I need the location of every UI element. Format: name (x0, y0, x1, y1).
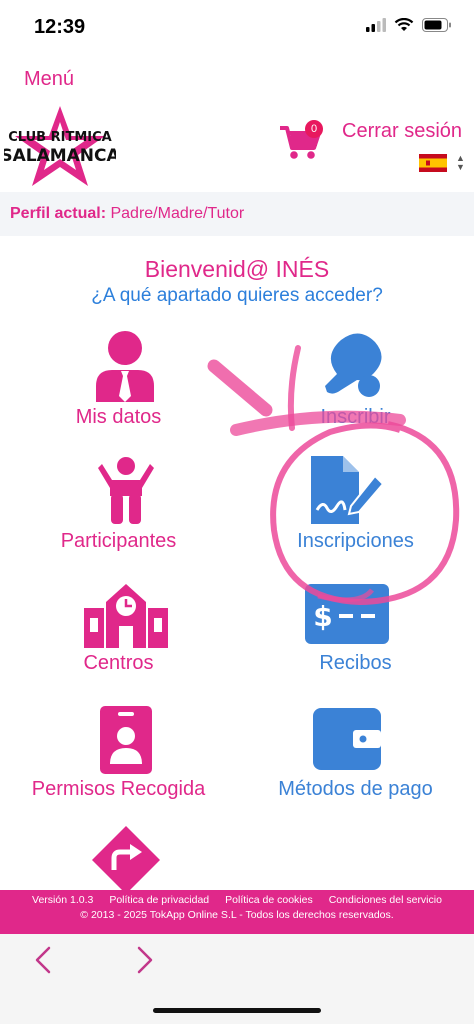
profile-label: Perfil actual: (10, 205, 107, 222)
tile-label: Participantes (60, 530, 177, 552)
status-time: 12:39 (34, 16, 86, 38)
cart-count-badge: 0 (305, 120, 323, 138)
menu-link[interactable]: Menú (24, 68, 74, 91)
welcome-title: Bienvenid@ INÉS (144, 256, 330, 282)
footer-terms-link[interactable]: Condiciones del servicio (329, 894, 442, 906)
club-logo[interactable]: CLUB RITMICA SALAMANCA (4, 104, 116, 188)
profile-value: Padre/Madre/Tutor (110, 205, 245, 222)
signal-icon (366, 18, 386, 32)
tile-label: Recibos (319, 652, 392, 674)
tile-recibos[interactable]: $ Recibos (237, 578, 474, 688)
footer-cookies-link[interactable]: Política de cookies (225, 894, 313, 906)
spain-flag-icon[interactable] (419, 154, 447, 172)
tile-label: Métodos de pago (278, 778, 433, 800)
welcome-question: ¿A qué apartado quieres acceder? (91, 285, 383, 306)
tile-permisos-recogida[interactable]: Permisos Recogida (0, 704, 237, 814)
tile-metodos-de-pago[interactable]: Métodos de pago (237, 704, 474, 814)
tile-label: Inscripciones (297, 530, 414, 552)
tile-centros[interactable]: Centros (0, 578, 237, 688)
tile-directions[interactable] (0, 826, 237, 890)
tile-label: Permisos Recogida (31, 778, 206, 800)
child-icon (98, 457, 154, 524)
tile-inscribir[interactable]: Inscribir (237, 326, 474, 436)
logout-link[interactable]: Cerrar sesión (342, 120, 462, 143)
id-badge-icon (100, 706, 152, 774)
home-indicator (153, 1008, 321, 1013)
footer-version: Versión 1.0.3 (32, 894, 94, 906)
current-profile: Perfil actual: Padre/Madre/Tutor (10, 205, 244, 223)
footer-copyright: © 2013 - 2025 TokApp Online S.L - Todos … (80, 909, 394, 921)
tile-participantes[interactable]: Participantes (0, 452, 237, 562)
language-select-arrows-icon[interactable]: ▲ ▼ (456, 154, 465, 172)
wallet-icon (313, 708, 381, 770)
school-clock-icon (84, 584, 168, 648)
chevron-left-icon[interactable] (34, 946, 52, 974)
svg-text:$: $ (313, 600, 332, 633)
money-check-icon: $ (305, 584, 389, 644)
tile-label: Inscribir (320, 406, 391, 428)
logo-text-line1: CLUB RITMICA (8, 130, 111, 145)
tile-label: Centros (83, 652, 154, 674)
footer: Versión 1.0.3 Política de privacidad Pol… (0, 890, 474, 934)
battery-icon (422, 18, 451, 32)
table-tennis-icon (325, 333, 382, 397)
directions-icon (92, 826, 160, 890)
tile-inscripciones[interactable]: Inscripciones (237, 452, 474, 562)
chevron-right-icon[interactable] (136, 946, 154, 974)
wifi-icon (394, 18, 414, 31)
status-icons (366, 18, 452, 32)
tile-label: Mis datos (75, 406, 162, 428)
tile-mis-datos[interactable]: Mis datos (0, 326, 237, 436)
logo-text-line2: SALAMANCA (4, 146, 116, 166)
signed-document-icon (311, 456, 385, 524)
footer-privacy-link[interactable]: Política de privacidad (109, 894, 209, 906)
user-tie-icon (96, 331, 154, 402)
